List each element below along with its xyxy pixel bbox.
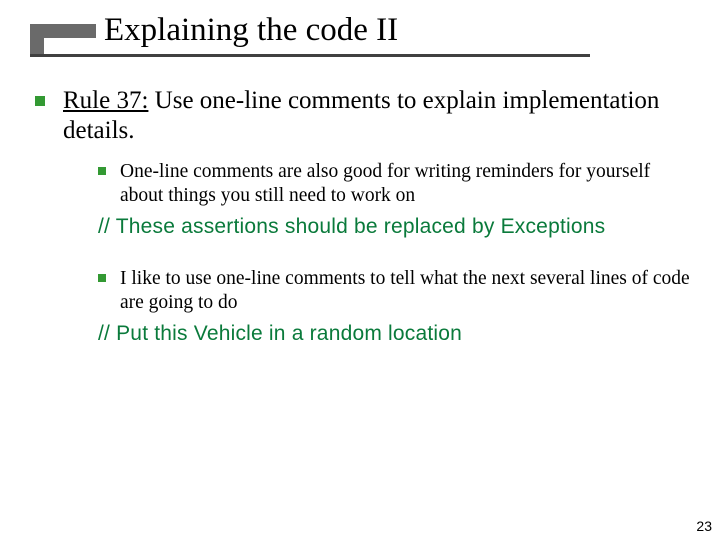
- bullet-level1: Rule 37: Use one-line comments to explai…: [35, 86, 690, 146]
- title-decor-bar-small: [30, 38, 44, 54]
- code-comment: // Put this Vehicle in a random location: [98, 322, 690, 346]
- bullet-level2: One-line comments are also good for writ…: [98, 160, 690, 209]
- sub-text: I like to use one-line comments to tell …: [120, 267, 690, 316]
- sub-list: I like to use one-line comments to tell …: [98, 267, 690, 316]
- square-bullet-icon: [35, 96, 45, 106]
- sub-list: One-line comments are also good for writ…: [98, 160, 690, 209]
- title-region: Explaining the code II: [0, 0, 720, 62]
- rule-label: Rule 37:: [63, 87, 148, 114]
- rule-line: Rule 37: Use one-line comments to explai…: [63, 86, 690, 146]
- code-comment: // These assertions should be replaced b…: [98, 215, 690, 239]
- slide-body: Rule 37: Use one-line comments to explai…: [0, 62, 720, 346]
- rule-text: Use one-line comments to explain impleme…: [63, 87, 659, 144]
- square-bullet-icon: [98, 167, 106, 175]
- sub-text: One-line comments are also good for writ…: [120, 160, 690, 209]
- title-underline: [30, 54, 590, 57]
- bullet-level2: I like to use one-line comments to tell …: [98, 267, 690, 316]
- page-number: 23: [696, 518, 712, 534]
- square-bullet-icon: [98, 274, 106, 282]
- title-decor-bar: [30, 24, 96, 38]
- slide-title: Explaining the code II: [104, 12, 398, 49]
